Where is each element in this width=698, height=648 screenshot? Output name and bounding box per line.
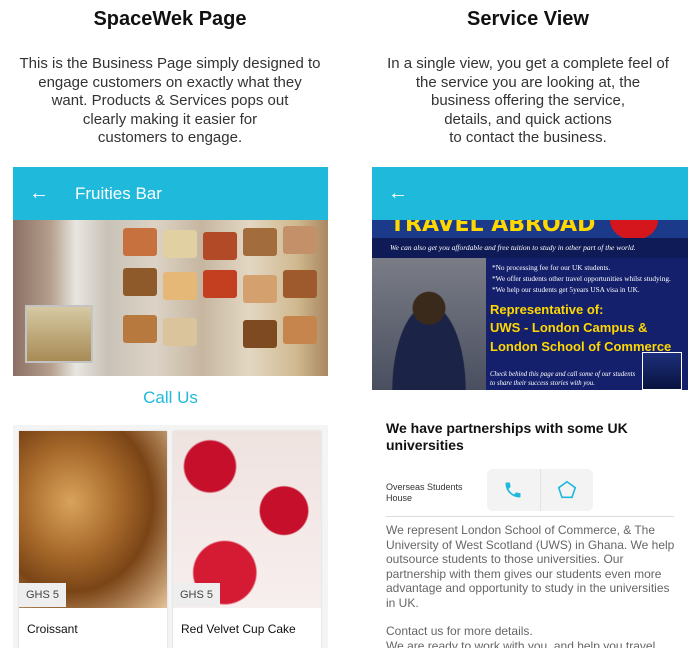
food-poster-image: [123, 228, 157, 256]
call-button[interactable]: [487, 469, 541, 511]
banner-bullet: *No processing fee for our UK students.: [492, 263, 611, 272]
call-us-link[interactable]: Call Us: [13, 388, 328, 408]
product-card[interactable]: GHS 5 Red Velvet Cup Cake: [173, 431, 321, 648]
food-poster-image: [283, 270, 317, 298]
service-description: We represent London School of Commerce, …: [386, 523, 678, 648]
banner-bullet: *We help our students get 5years USA vis…: [492, 285, 640, 294]
product-grid: GHS 5 Croissant GHS 5 Red Velvet Cup Cak…: [13, 425, 328, 648]
graduate-photo: [372, 258, 486, 390]
phone-icon: [505, 482, 521, 498]
business-page-heading: SpaceWek Page: [93, 8, 247, 30]
food-poster-image: [123, 268, 157, 296]
croissant-image: [19, 431, 167, 608]
business-page-phone-screen: ← Fruities Bar Call Us GHS 5 Croissant G…: [13, 167, 328, 648]
display-shelf: [25, 305, 93, 363]
service-description-paragraph: We represent London School of Commerce, …: [386, 523, 675, 610]
product-price: GHS 5: [19, 583, 67, 607]
business-cover-image: [13, 220, 328, 376]
service-description-paragraph: We are ready to work with you, and help …: [386, 638, 656, 648]
app-bar: ← Fruities Bar: [13, 167, 328, 220]
product-name: Croissant: [27, 622, 78, 636]
service-view-phone-screen: ← TRAVEL ABROAD We can also get you affo…: [372, 167, 688, 648]
business-page-description: This is the Business Page simply designe…: [19, 55, 321, 146]
product-price: GHS 5: [173, 583, 221, 607]
service-description-paragraph: Contact us for more details.: [386, 624, 533, 638]
food-poster-image: [163, 318, 197, 346]
food-poster-image: [243, 275, 277, 303]
food-poster-image: [243, 320, 277, 348]
gallery-thumbnail[interactable]: [642, 352, 682, 390]
service-banner-image: TRAVEL ABROAD We can also get you afford…: [372, 220, 688, 390]
food-poster-image: [203, 270, 237, 298]
food-poster-image: [123, 315, 157, 343]
banner-bullet: *We offer students other travel opportun…: [492, 274, 671, 283]
food-poster-image: [163, 272, 197, 300]
quick-actions: [487, 469, 593, 511]
banner-strip-text: We can also get you affordable and free …: [372, 238, 688, 258]
service-view-heading: Service View: [467, 8, 589, 30]
banner-rep-line: UWS - London Campus &: [490, 320, 648, 335]
food-poster-image: [243, 228, 277, 256]
business-name-title: Fruities Bar: [75, 183, 162, 203]
back-arrow-icon[interactable]: ←: [388, 182, 418, 205]
cupcake-image: [173, 431, 321, 608]
more-actions-button[interactable]: [541, 469, 594, 511]
service-title: We have partnerships with some UK univer…: [386, 420, 628, 453]
app-bar: ←: [372, 167, 688, 220]
banner-footnote: Check behind this page and call some of …: [490, 371, 636, 387]
back-arrow-icon[interactable]: ←: [29, 182, 59, 205]
product-name: Red Velvet Cup Cake: [181, 622, 296, 636]
pentagon-icon: [557, 480, 576, 499]
product-card[interactable]: GHS 5 Croissant: [19, 431, 167, 648]
food-poster-image: [203, 232, 237, 260]
banner-headline: TRAVEL ABROAD: [390, 220, 596, 237]
food-poster-image: [283, 316, 317, 344]
food-poster-image: [283, 226, 317, 254]
section-divider: [386, 516, 674, 517]
service-view-description: In a single view, you get a complete fee…: [387, 55, 669, 146]
provider-name[interactable]: Overseas Students House: [386, 482, 478, 504]
banner-rep-label: Representative of:: [490, 302, 604, 317]
food-poster-image: [163, 230, 197, 258]
